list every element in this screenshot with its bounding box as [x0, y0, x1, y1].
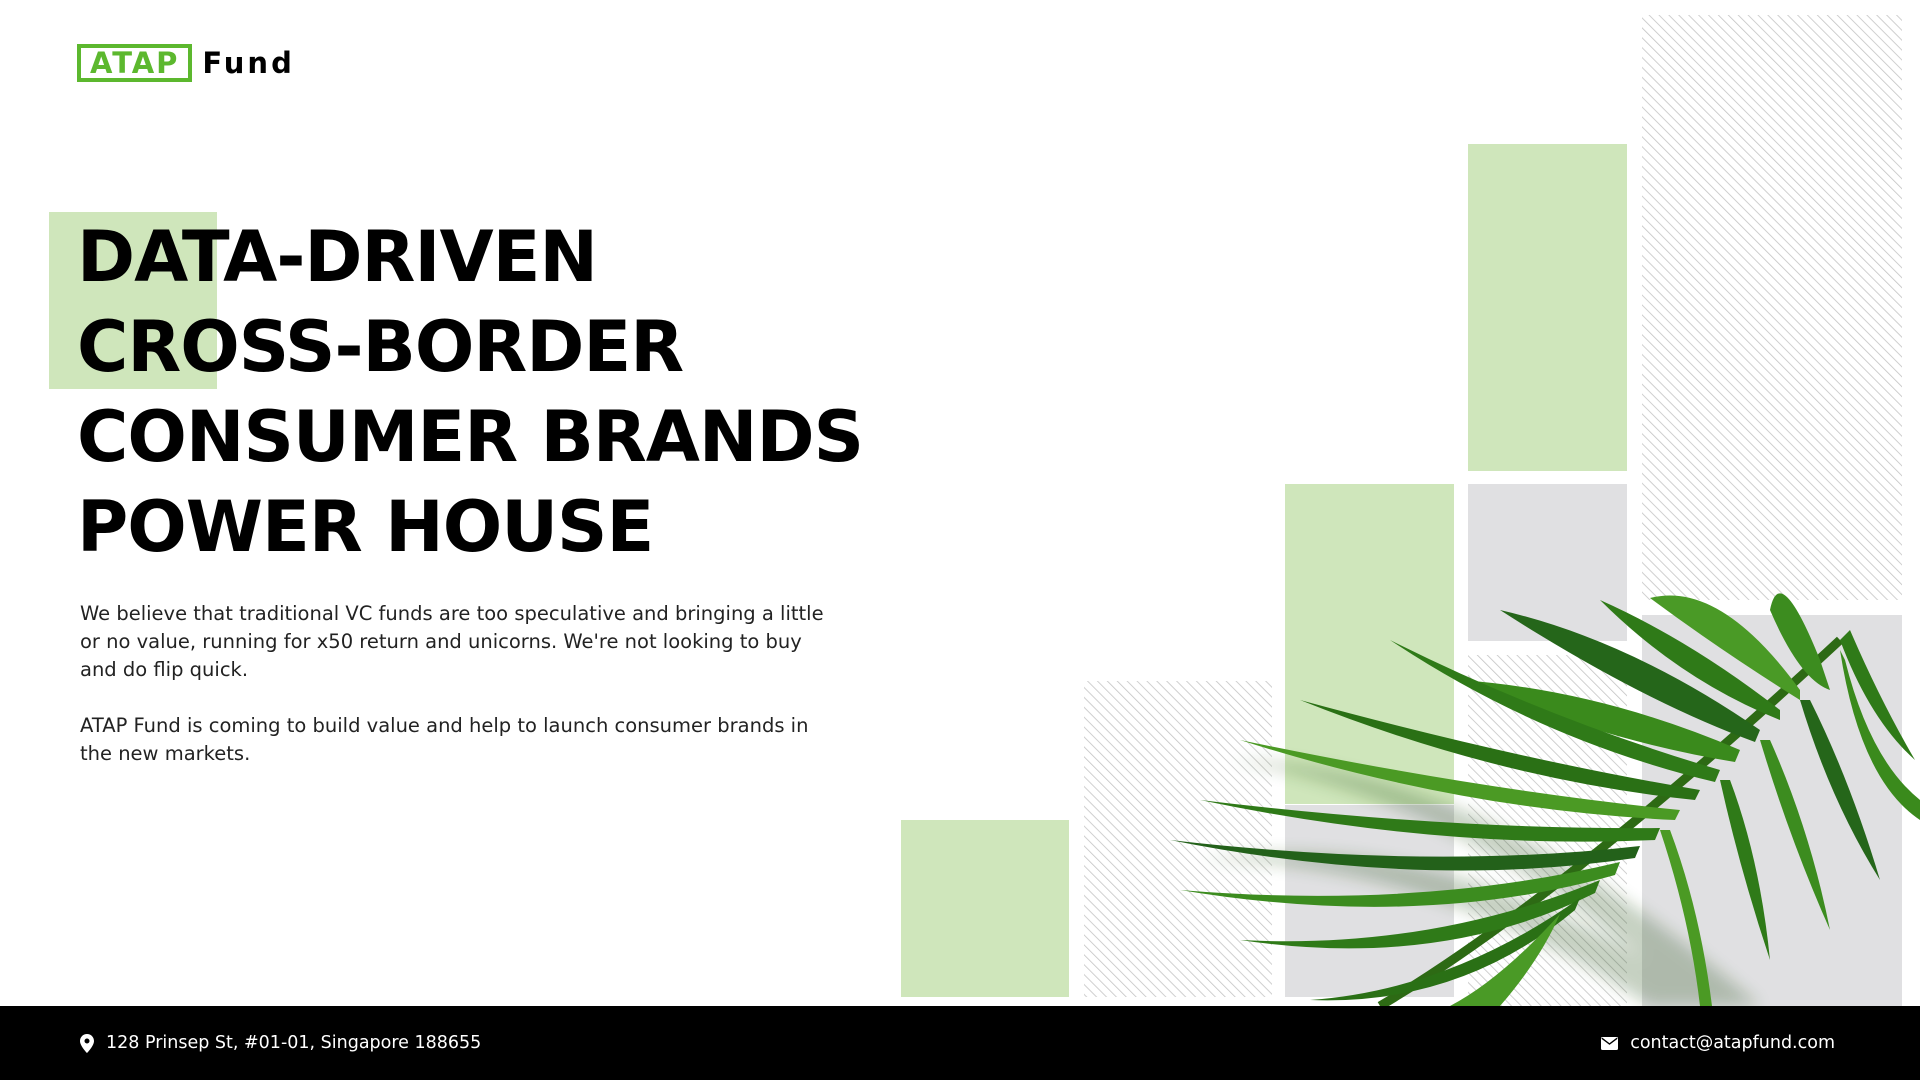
hero-title-line: CONSUMER BRANDS [77, 396, 864, 478]
footer-email[interactable]: contact@atapfund.com [1601, 1033, 1835, 1053]
gray-block-lower [1285, 805, 1454, 997]
description-paragraph: ATAP Fund is coming to build value and h… [80, 714, 809, 765]
hatched-block-left [1084, 681, 1272, 997]
address-text: 128 Prinsep St, #01-01, Singapore 188655 [106, 1033, 482, 1053]
gray-block-middle [1468, 484, 1627, 641]
green-block-tall [1468, 144, 1627, 471]
footer-address[interactable]: 128 Prinsep St, #01-01, Singapore 188655 [80, 1033, 481, 1053]
envelope-icon [1601, 1036, 1619, 1050]
description-paragraph: We believe that traditional VC funds are… [80, 602, 824, 681]
gray-block-right [1642, 615, 1902, 1006]
email-link[interactable]: contact@atapfund.com [1630, 1033, 1835, 1053]
green-block-center [1285, 484, 1454, 804]
logo-word: Fund [202, 46, 295, 80]
hero-title: DATA-DRIVEN CROSS-BORDER CONSUMER BRANDS… [77, 212, 897, 572]
block-grid [901, 15, 1902, 1006]
hero-title-line: DATA-DRIVEN [77, 216, 598, 298]
map-pin-icon [80, 1033, 94, 1053]
palm-leaf-image [1170, 593, 1920, 1006]
logo-box: ATAP [77, 44, 193, 82]
hero-title-line: CROSS-BORDER [77, 306, 684, 388]
hatched-block-center [1468, 655, 1627, 1006]
hero-title-line: POWER HOUSE [77, 486, 654, 568]
hatched-block-top-right [1642, 15, 1902, 600]
atap-fund-logo[interactable]: ATAP Fund [77, 44, 295, 82]
green-block-small [901, 820, 1069, 997]
footer-bar: 128 Prinsep St, #01-01, Singapore 188655… [0, 1006, 1920, 1080]
hero-description: We believe that traditional VC funds are… [80, 600, 840, 768]
